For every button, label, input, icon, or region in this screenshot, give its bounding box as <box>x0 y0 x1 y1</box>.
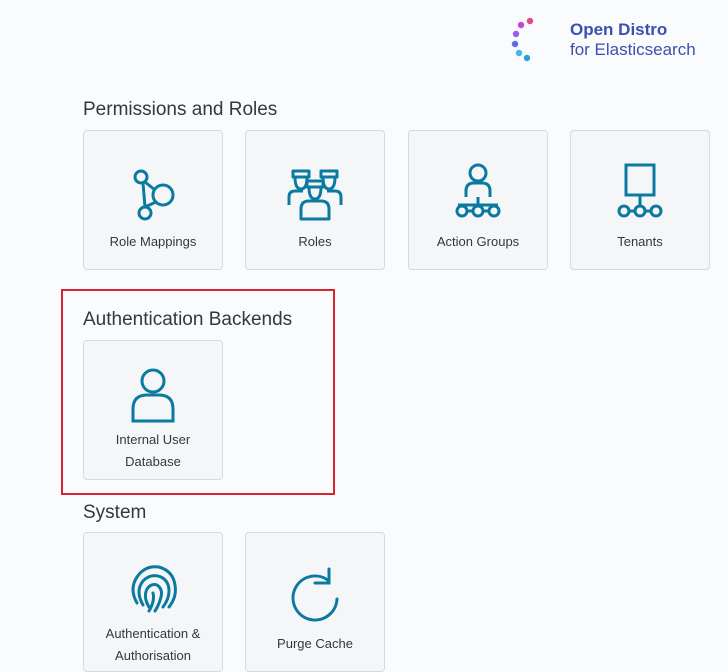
security-dashboard: Open Distro for Elasticsearch Permission… <box>0 0 728 672</box>
section-title-system: System <box>83 502 147 523</box>
tile-label-purge-cache: Purge Cache <box>277 636 353 651</box>
internal-user-database-tile[interactable]: Internal User Database <box>83 340 223 480</box>
logo-subtitle: for Elasticsearch <box>570 40 696 59</box>
open-distro-logo-icon <box>511 17 556 62</box>
role-mappings-tile[interactable]: Role Mappings <box>83 130 223 270</box>
section-title-auth-backends: Authentication Backends <box>83 309 293 330</box>
logo-title: Open Distro <box>570 20 668 39</box>
tile-label-auth-line2: Authorisation <box>115 648 191 663</box>
action-groups-tile[interactable]: Action Groups <box>408 130 548 270</box>
roles-icon <box>287 169 343 221</box>
tile-label-action-groups: Action Groups <box>436 234 520 249</box>
tile-label-role-mappings: Role Mappings <box>109 234 197 249</box>
section-title-permissions: Permissions and Roles <box>83 99 278 120</box>
authentication-authorisation-tile[interactable]: Authentication & Authorisation <box>83 532 223 672</box>
fingerprint-icon <box>131 565 177 613</box>
tile-label-internal-user-line2: Database <box>125 454 181 469</box>
role-mappings-icon <box>133 169 175 221</box>
user-icon <box>131 368 175 423</box>
open-distro-logo: Open Distro for Elasticsearch <box>508 14 696 66</box>
action-groups-icon <box>455 163 501 218</box>
tenants-tile[interactable]: Tenants <box>570 130 710 270</box>
tile-label-tenants: Tenants <box>617 234 663 249</box>
purge-cache-tile[interactable]: Purge Cache <box>245 532 385 672</box>
roles-tile[interactable]: Roles <box>245 130 385 270</box>
tile-label-auth-line1: Authentication & <box>105 626 201 641</box>
refresh-icon <box>291 567 339 622</box>
tile-label-roles: Roles <box>298 234 332 249</box>
tile-label-internal-user-line1: Internal User <box>115 432 191 447</box>
tenants-icon <box>617 163 663 218</box>
